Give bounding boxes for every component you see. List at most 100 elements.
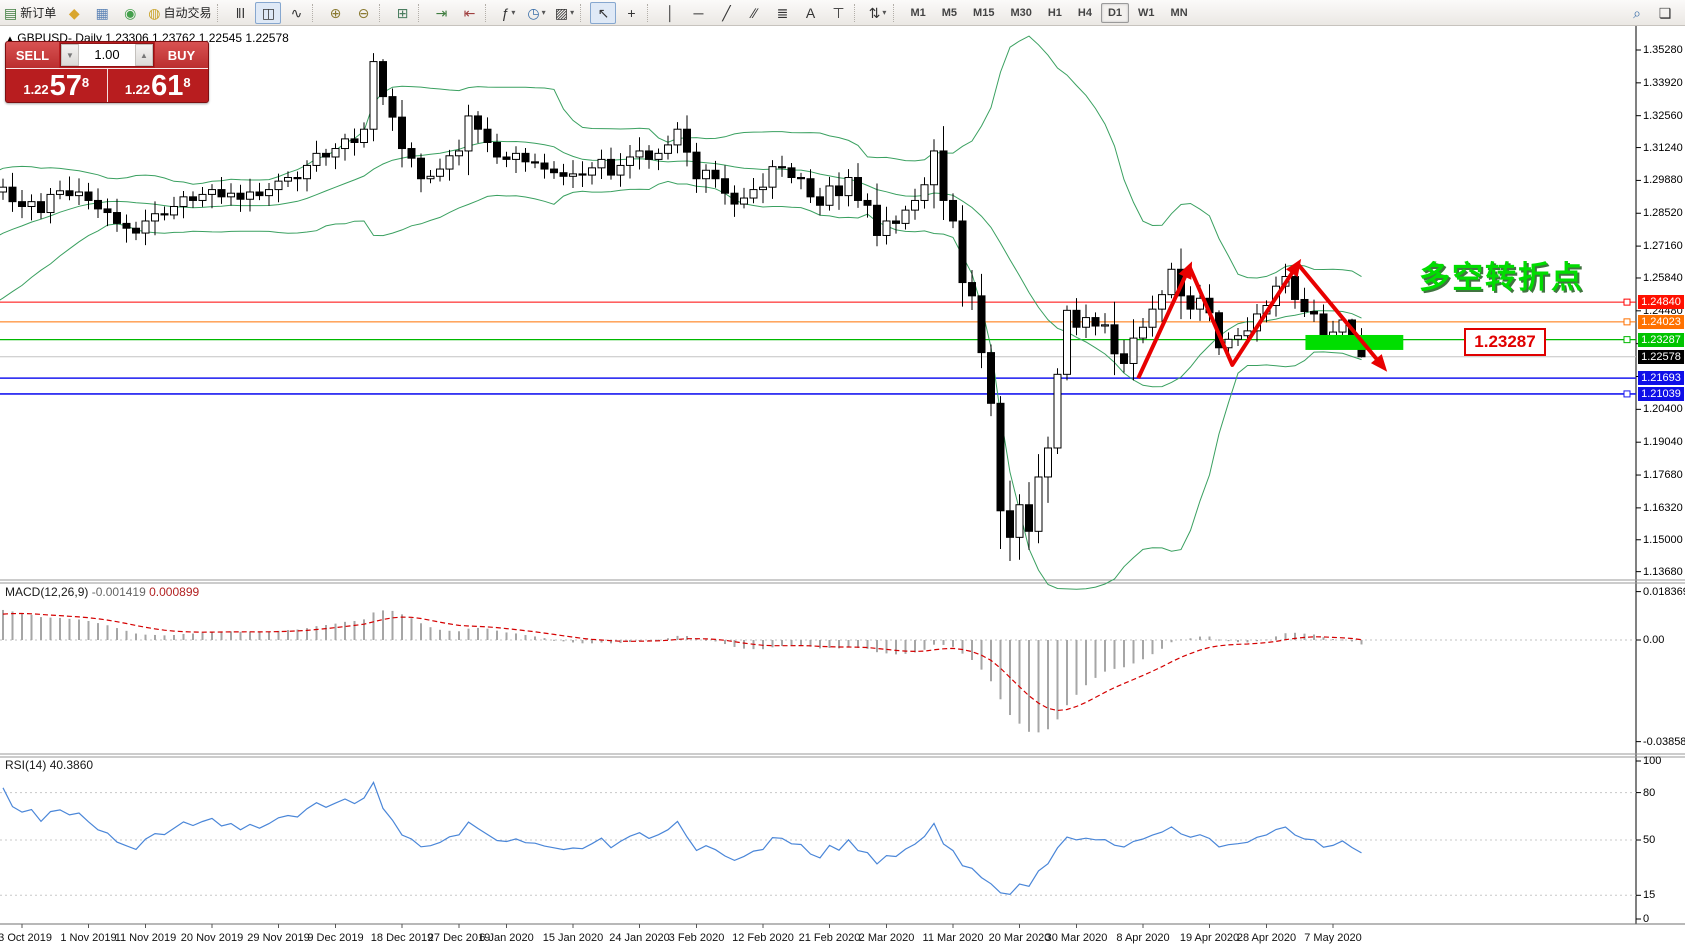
add-indicator-button[interactable]: ƒ▾ <box>495 2 521 24</box>
chart-profile-button[interactable]: ◆ <box>61 2 87 24</box>
chevron-down-icon: ▾ <box>570 8 574 17</box>
signal-icon: ◉ <box>124 6 136 20</box>
periods-button[interactable]: ◷▾ <box>523 2 549 24</box>
sell-price[interactable]: 1.22 57 8 <box>6 69 107 102</box>
autotrade-button[interactable]: ◍自动交易 <box>145 2 214 24</box>
timeframe-mn-button[interactable]: MN <box>1164 3 1195 23</box>
timeframe-m5-button[interactable]: M5 <box>935 3 964 23</box>
date-label: 2 Mar 2020 <box>859 932 915 944</box>
timeframe-m1-button[interactable]: M1 <box>903 3 932 23</box>
auto-scroll-button[interactable]: ⇥ <box>428 2 454 24</box>
text-icon: A <box>806 6 815 20</box>
timeframe-h1-button[interactable]: H1 <box>1041 3 1069 23</box>
sell-button[interactable]: SELL <box>6 42 59 68</box>
volume-stepper: ▼ 1.00 ▲ <box>60 43 154 67</box>
toolbar-separator <box>854 4 859 22</box>
templates-icon: ▨ <box>555 6 568 20</box>
price-tick-label: 1.25840 <box>1643 272 1683 284</box>
date-label: 21 Feb 2020 <box>799 932 861 944</box>
line-chart-button[interactable]: ∿ <box>283 2 309 24</box>
price-callout-label[interactable]: 1.23287 <box>1464 328 1546 356</box>
buy-price[interactable]: 1.22 61 8 <box>108 69 209 102</box>
crosshair-icon: + <box>627 6 635 20</box>
horizontal-line-button[interactable]: ─ <box>685 2 711 24</box>
timeframe-m15-button[interactable]: M15 <box>966 3 1001 23</box>
bollinger-bands <box>0 36 1362 589</box>
fibonacci-icon: ≣ <box>777 6 789 20</box>
text-label-button[interactable]: ⊤ <box>825 2 851 24</box>
auto-scroll-icon: ⇥ <box>436 6 448 20</box>
autotrade-icon: ◍ <box>148 6 160 20</box>
price-tick-label: 1.27160 <box>1643 240 1683 252</box>
zoom-in-button[interactable]: ⊕ <box>322 2 348 24</box>
cursor-button[interactable]: ↖ <box>590 2 616 24</box>
timeframe-m30-button[interactable]: M30 <box>1003 3 1038 23</box>
trendline-icon: ╱ <box>722 6 730 20</box>
tile-windows-button[interactable]: ⊞ <box>389 2 415 24</box>
buy-price-base: 1.22 <box>125 80 150 100</box>
equidistant-channel-button[interactable]: ∕∕ <box>741 2 767 24</box>
search-button[interactable]: ⌕ <box>1624 2 1650 24</box>
horizontal-line-icon: ─ <box>694 6 704 20</box>
date-label: 1 Nov 2019 <box>60 932 116 944</box>
candlestick-chart-button[interactable]: ◫ <box>255 2 281 24</box>
timeframe-h4-button[interactable]: H4 <box>1071 3 1099 23</box>
date-label: 19 Apr 2020 <box>1180 932 1239 944</box>
toolbar-separator <box>485 4 490 22</box>
date-label: 23 Oct 2019 <box>0 932 52 944</box>
timeframe-d1-button[interactable]: D1 <box>1101 3 1129 23</box>
zoom-out-button[interactable]: ⊖ <box>350 2 376 24</box>
text-button[interactable]: A <box>797 2 823 24</box>
equidistant-channel-icon: ∕∕ <box>752 6 757 20</box>
rsi-indicator <box>0 782 1636 895</box>
fibonacci-button[interactable]: ≣ <box>769 2 795 24</box>
rsi-tick-label: 0 <box>1643 913 1649 925</box>
macd-signal-line <box>3 614 1362 711</box>
market-watch-button[interactable]: ▦ <box>89 2 115 24</box>
date-label: 12 Feb 2020 <box>732 932 794 944</box>
date-label: 3 Feb 2020 <box>669 932 725 944</box>
price-tick-label: 1.20400 <box>1643 403 1683 415</box>
highlight-zone[interactable] <box>1305 335 1403 350</box>
buy-button[interactable]: BUY <box>155 42 208 68</box>
chart-profile-icon: ◆ <box>69 6 80 20</box>
main-chart-svg[interactable] <box>0 0 1685 949</box>
trendline-button[interactable]: ╱ <box>713 2 739 24</box>
new-order-button[interactable]: ▤新订单 <box>1 2 59 24</box>
bar-chart-button[interactable]: ǁǀ <box>227 2 253 24</box>
vertical-line-button[interactable]: │ <box>657 2 683 24</box>
market-watch-icon: ▦ <box>96 6 109 20</box>
crosshair-button[interactable]: + <box>618 2 644 24</box>
volume-increase-button[interactable]: ▲ <box>135 44 153 66</box>
new-order-label: 新订单 <box>20 4 56 21</box>
arrange-symbols-button[interactable]: ⇅▾ <box>864 2 890 24</box>
price-badge: 1.24840 <box>1638 295 1684 309</box>
volume-decrease-button[interactable]: ▼ <box>61 44 79 66</box>
macd-tick-label: 0.018369 <box>1643 586 1685 598</box>
macd-tick-label: 0.00 <box>1643 634 1664 646</box>
macd-indicator <box>0 610 1636 732</box>
arrowhead-icon <box>1286 259 1301 277</box>
vertical-line-icon: │ <box>666 6 675 20</box>
new-order-icon: ▤ <box>4 6 17 20</box>
price-tick-label: 1.17680 <box>1643 469 1683 481</box>
templates-button[interactable]: ▨▾ <box>551 2 577 24</box>
chart-shift-icon: ⇤ <box>464 6 476 20</box>
chat-button[interactable]: ❏ <box>1652 2 1678 24</box>
turning-point-annotation[interactable]: 多空转折点 <box>1419 252 1584 297</box>
timeframe-w1-button[interactable]: W1 <box>1131 3 1162 23</box>
toolbar-separator <box>893 4 898 22</box>
volume-value[interactable]: 1.00 <box>79 44 135 66</box>
macd-main-value: -0.001419 <box>92 585 146 599</box>
rsi-label: RSI(14) 40.3860 <box>5 758 93 772</box>
toolbar-separator <box>379 4 384 22</box>
date-label: 20 Nov 2019 <box>181 932 243 944</box>
zoom-in-icon: ⊕ <box>330 6 342 20</box>
date-label: 20 Mar 2020 <box>989 932 1051 944</box>
date-label: 29 Nov 2019 <box>247 932 309 944</box>
chart-shift-button[interactable]: ⇤ <box>456 2 482 24</box>
price-badge: 1.21693 <box>1638 371 1684 385</box>
chevron-down-icon: ▾ <box>882 8 886 17</box>
price-tick-label: 1.16320 <box>1643 502 1683 514</box>
signal-button[interactable]: ◉ <box>117 2 143 24</box>
